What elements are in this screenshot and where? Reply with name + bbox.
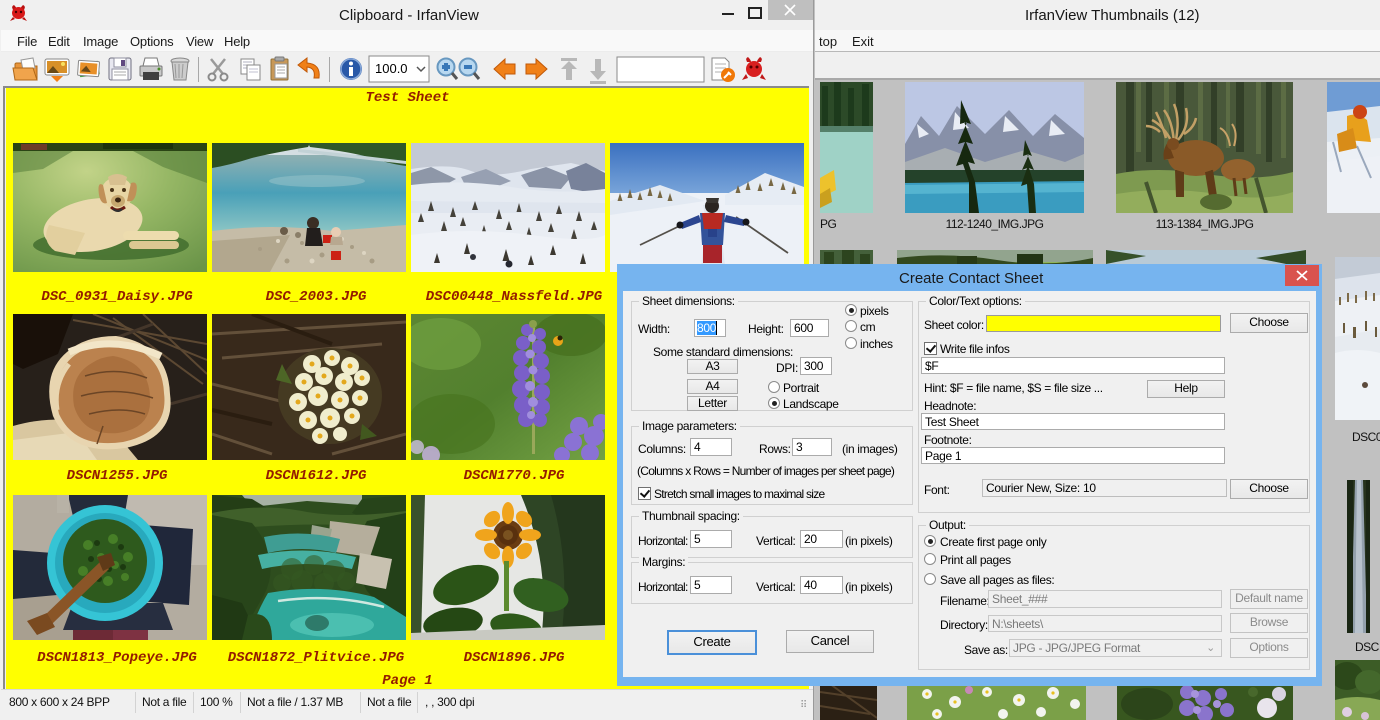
svg-text:100.0: 100.0 bbox=[375, 61, 408, 76]
